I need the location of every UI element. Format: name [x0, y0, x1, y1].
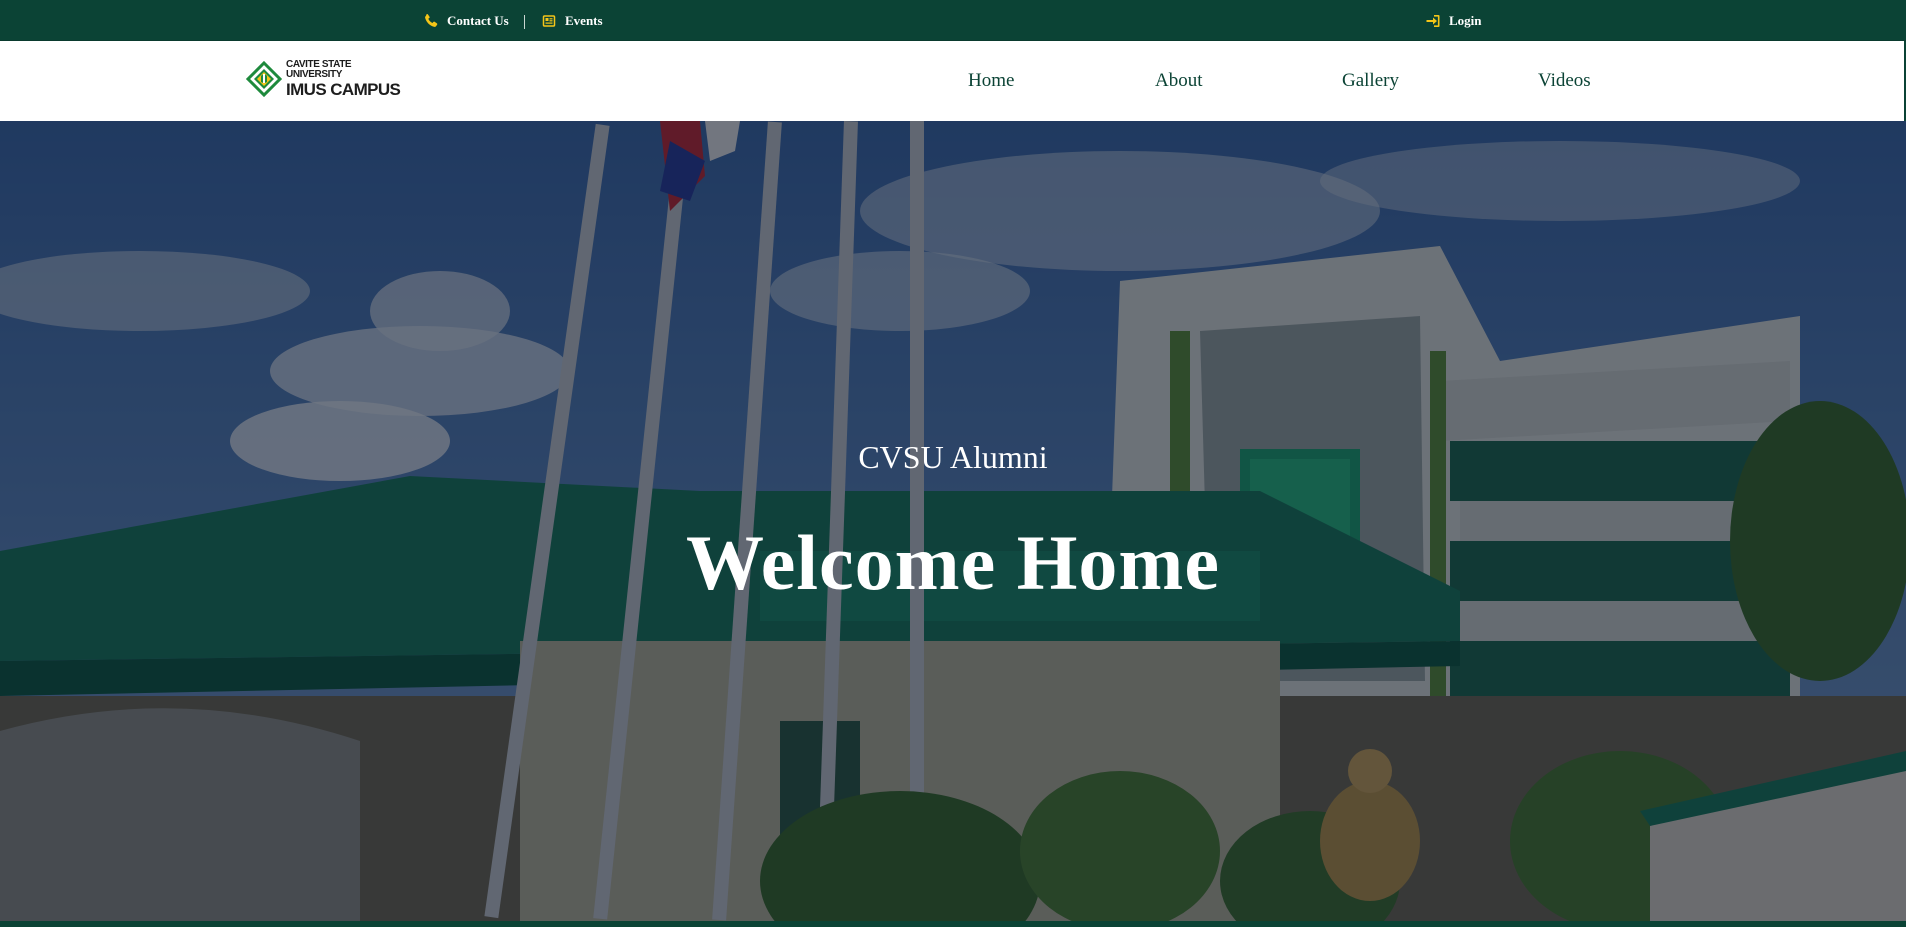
sign-in-icon: [1425, 13, 1441, 29]
nav-gallery[interactable]: Gallery: [1342, 41, 1399, 121]
contact-us-label: Contact Us: [447, 12, 509, 28]
cvsu-emblem-icon: [246, 61, 282, 97]
logo-university-name: CAVITE STATE UNIVERSITY: [286, 59, 352, 80]
events-link[interactable]: Events: [541, 0, 603, 41]
nav-videos[interactable]: Videos: [1538, 41, 1591, 121]
phone-icon: [423, 13, 439, 29]
bottom-strip: [0, 921, 1906, 927]
nav-about[interactable]: About: [1155, 41, 1203, 121]
topbar-divider: [524, 15, 525, 29]
newspaper-icon: [541, 13, 557, 29]
university-logo[interactable]: CAVITE STATE UNIVERSITY IMUS CAMPUS: [246, 59, 408, 99]
logo-campus-name: IMUS CAMPUS: [286, 80, 401, 99]
events-label: Events: [565, 12, 603, 28]
logo-text: CAVITE STATE UNIVERSITY IMUS CAMPUS: [286, 59, 408, 99]
hero-title: Welcome Home: [686, 519, 1220, 606]
login-link[interactable]: Login: [1425, 0, 1482, 41]
hero-subtitle: CVSU Alumni: [858, 439, 1048, 475]
hero-banner: CVSU Alumni Welcome Home: [0, 121, 1906, 921]
main-navbar: CAVITE STATE UNIVERSITY IMUS CAMPUS Home…: [0, 41, 1906, 121]
nav-home[interactable]: Home: [968, 41, 1014, 121]
top-bar: Contact Us Events Login: [0, 0, 1906, 41]
login-label: Login: [1449, 12, 1482, 28]
contact-us-link[interactable]: Contact Us: [423, 0, 509, 41]
